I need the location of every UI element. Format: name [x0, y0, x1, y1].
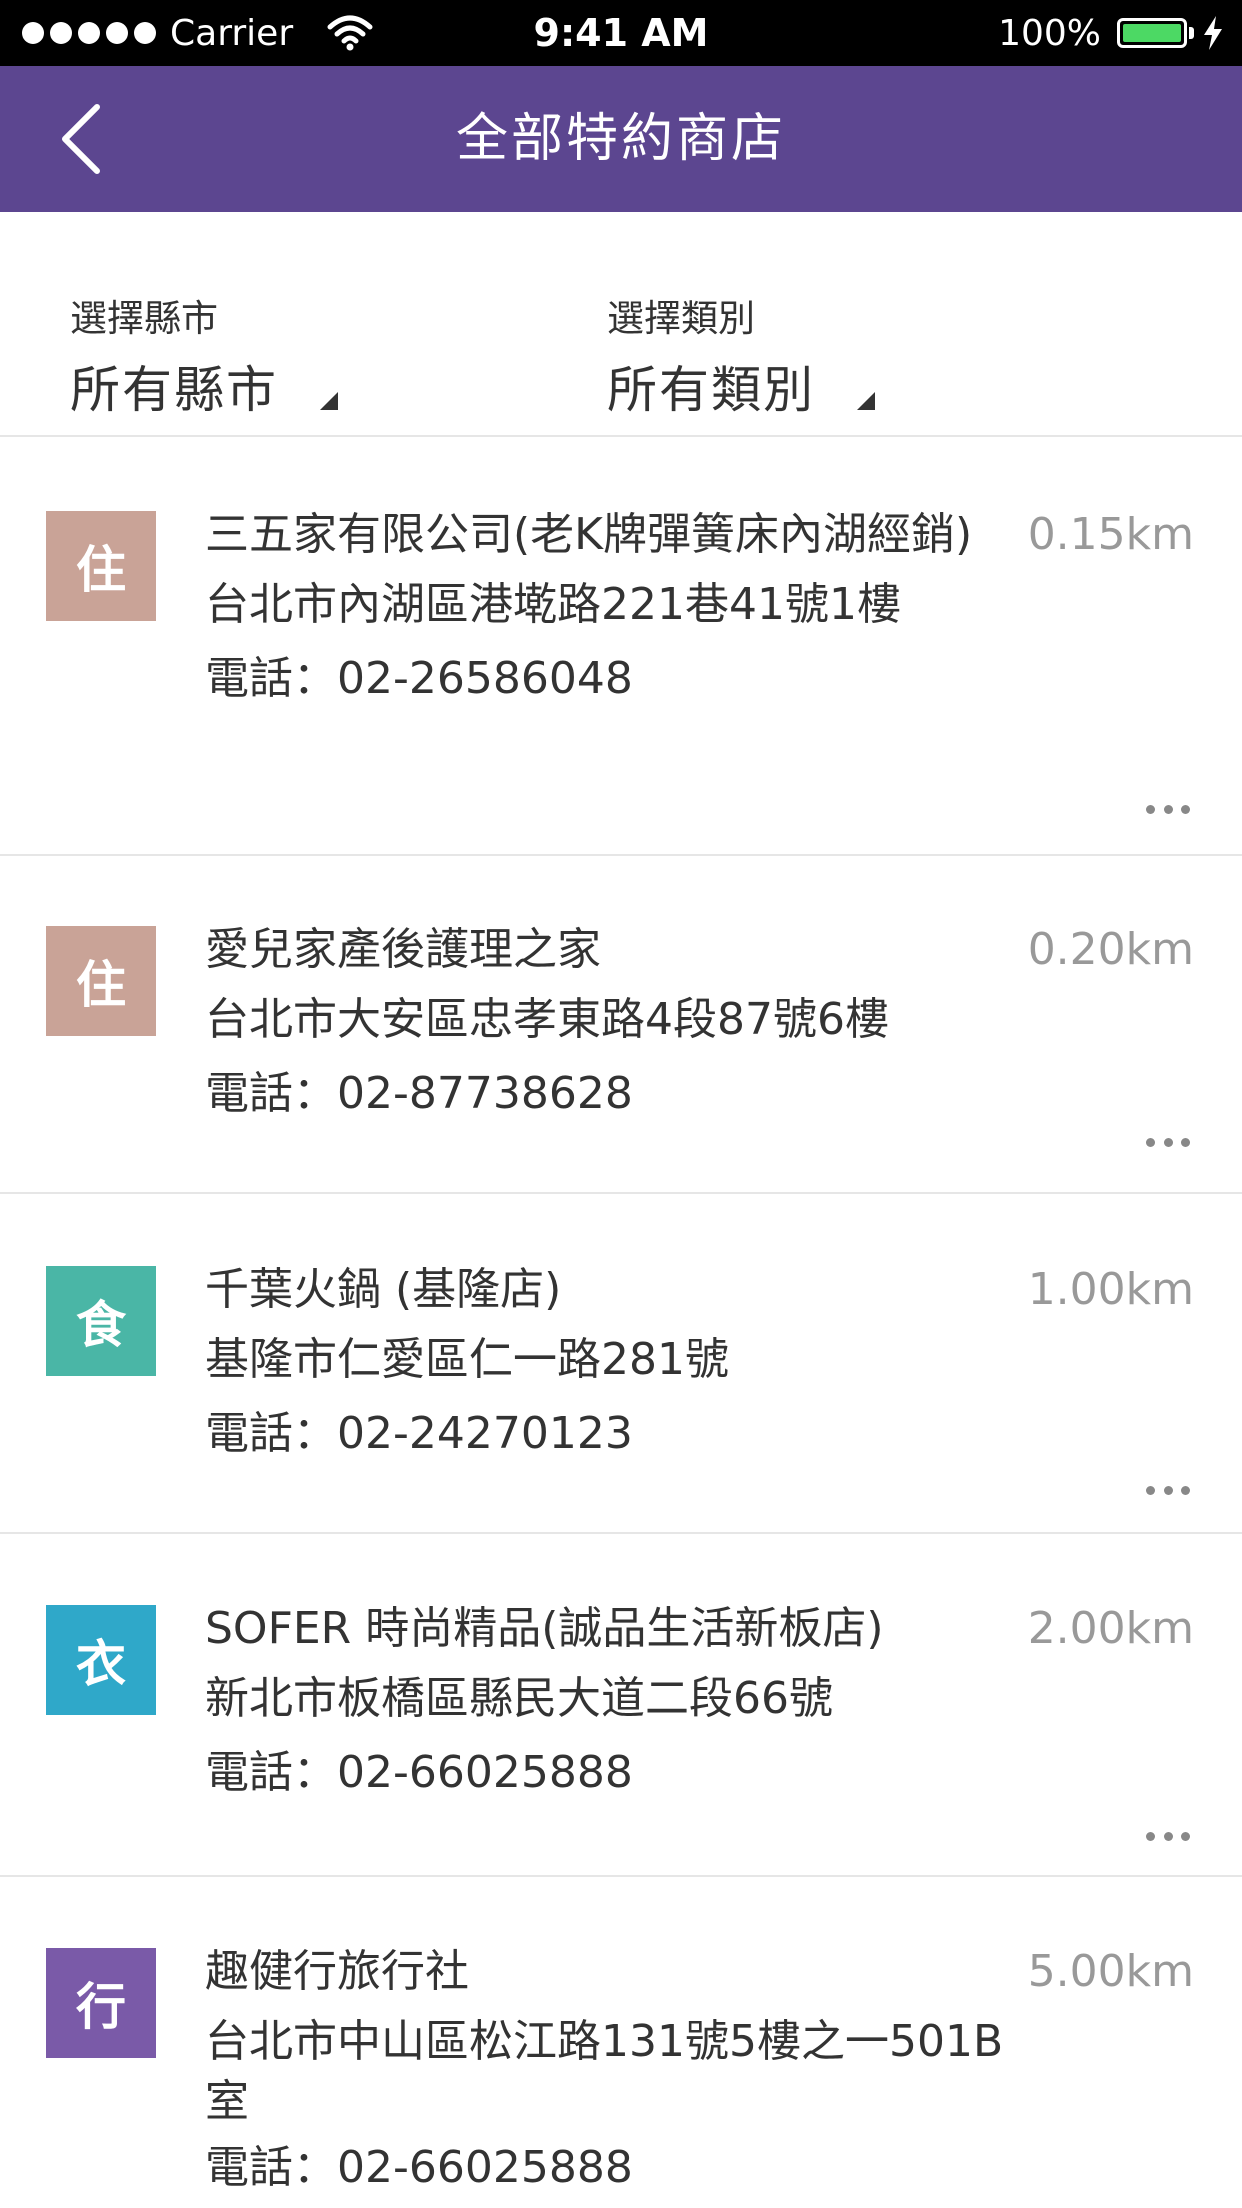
status-right: 100%: [998, 0, 1224, 66]
store-name: SOFER 時尚精品(誠品生活新板店): [205, 1603, 884, 1654]
store-phone: 電話：02-66025888: [205, 1747, 633, 1798]
store-name: 趣健行旅行社: [205, 1946, 469, 1997]
city-filter[interactable]: 選擇縣市 所有縣市: [70, 288, 338, 422]
store-info: SOFER 時尚精品(誠品生活新板店) 新北市板橋區縣民大道二段66號 電話：0…: [205, 1599, 1005, 1803]
category-badge: 住: [46, 511, 156, 621]
page-title: 全部特約商店: [455, 109, 786, 169]
store-name: 千葉火鍋 (基隆店): [205, 1264, 562, 1315]
store-name: 愛兒家產後護理之家: [205, 924, 601, 975]
store-info: 千葉火鍋 (基隆店) 基隆市仁愛區仁一路281號 電話：02-24270123: [205, 1260, 1005, 1464]
store-list-item[interactable]: 食 千葉火鍋 (基隆店) 基隆市仁愛區仁一路281號 電話：02-2427012…: [0, 1194, 1242, 1534]
store-phone: 電話：02-26586048: [205, 653, 633, 704]
more-options-icon[interactable]: [1146, 804, 1190, 814]
category-badge: 衣: [46, 1605, 156, 1715]
store-distance: 2.00km: [1027, 1603, 1194, 1654]
battery-icon: [1117, 18, 1187, 48]
store-distance: 5.00km: [1027, 1946, 1194, 1997]
category-filter-row: 所有類別: [607, 350, 875, 422]
store-list-item[interactable]: 行 趣健行旅行社 台北市中山區松江路131號5樓之一501B室 電話：02-66…: [0, 1877, 1242, 2207]
store-address: 台北市內湖區港墘路221巷41號1樓: [205, 579, 901, 630]
city-filter-label: 選擇縣市: [70, 297, 218, 340]
category-badge: 住: [46, 926, 156, 1036]
category-badge: 行: [46, 1948, 156, 2058]
store-list-item[interactable]: 住 愛兒家產後護理之家 台北市大安區忠孝東路4段87號6樓 電話：02-8773…: [0, 856, 1242, 1194]
status-bar: Carrier 9:41 AM 100%: [0, 0, 1242, 66]
store-phone: 電話：02-87738628: [205, 1068, 633, 1119]
store-phone: 電話：02-24270123: [205, 1408, 633, 1459]
store-distance: 0.20km: [1027, 924, 1194, 975]
store-address: 台北市大安區忠孝東路4段87號6樓: [205, 994, 889, 1045]
battery-cap: [1189, 27, 1194, 39]
more-options-icon[interactable]: [1146, 1831, 1190, 1841]
category-badge: 食: [46, 1266, 156, 1376]
battery-percent: 100%: [998, 12, 1101, 54]
store-info: 三五家有限公司(老K牌彈簧床內湖經銷) 台北市內湖區港墘路221巷41號1樓 電…: [205, 505, 1005, 709]
charging-bolt-icon: [1204, 16, 1222, 50]
store-distance: 0.15km: [1027, 509, 1194, 560]
filter-bar: 選擇縣市 所有縣市 選擇類別 所有類別: [0, 212, 1242, 437]
store-address: 新北市板橋區縣民大道二段66號: [205, 1673, 833, 1724]
dropdown-triangle-icon: [320, 392, 338, 410]
store-address: 基隆市仁愛區仁一路281號: [205, 1334, 729, 1385]
store-distance: 1.00km: [1027, 1264, 1194, 1315]
category-filter-value: 所有類別: [607, 361, 815, 419]
nav-bar: 全部特約商店: [0, 66, 1242, 212]
dropdown-triangle-icon: [857, 392, 875, 410]
store-list-item[interactable]: 住 三五家有限公司(老K牌彈簧床內湖經銷) 台北市內湖區港墘路221巷41號1樓…: [0, 437, 1242, 856]
city-filter-value: 所有縣市: [70, 361, 278, 419]
store-address: 台北市中山區松江路131號5樓之一501B室: [205, 2016, 1004, 2127]
store-phone: 電話：02-66025888: [205, 2142, 633, 2193]
store-list: 住 三五家有限公司(老K牌彈簧床內湖經銷) 台北市內湖區港墘路221巷41號1樓…: [0, 437, 1242, 2207]
category-filter-label: 選擇類別: [607, 297, 755, 340]
more-options-icon[interactable]: [1146, 1137, 1190, 1147]
more-options-icon[interactable]: [1146, 1485, 1190, 1495]
store-info: 愛兒家產後護理之家 台北市大安區忠孝東路4段87號6樓 電話：02-877386…: [205, 920, 1005, 1124]
store-info: 趣健行旅行社 台北市中山區松江路131號5樓之一501B室 電話：02-6602…: [205, 1942, 1005, 2198]
store-list-item[interactable]: 衣 SOFER 時尚精品(誠品生活新板店) 新北市板橋區縣民大道二段66號 電話…: [0, 1534, 1242, 1877]
category-filter[interactable]: 選擇類別 所有類別: [607, 288, 875, 422]
city-filter-row: 所有縣市: [70, 350, 338, 422]
store-name: 三五家有限公司(老K牌彈簧床內湖經銷): [205, 509, 973, 560]
